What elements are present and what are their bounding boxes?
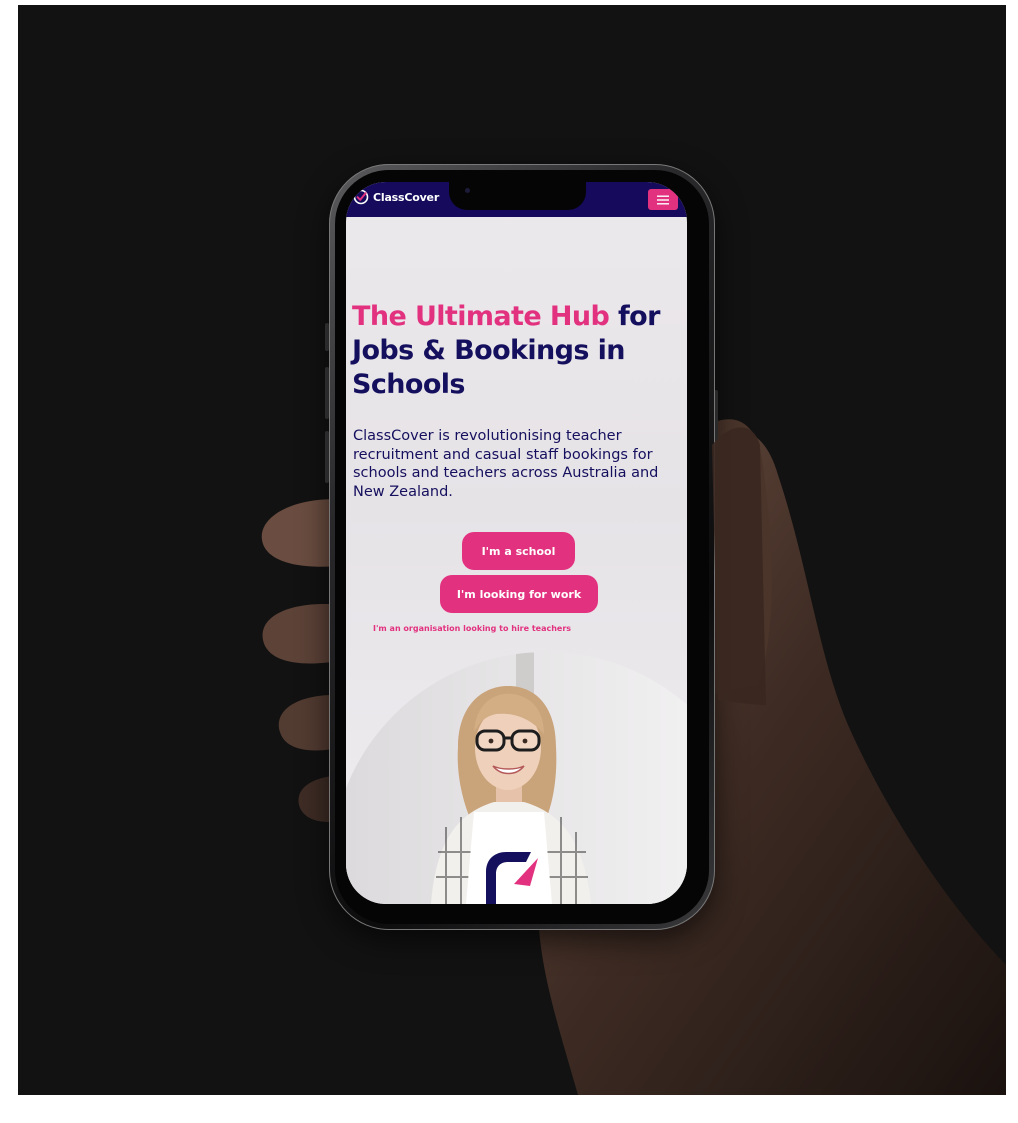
phone-frame: ClassCover The Ultimate Hub for Jobs & B… — [329, 164, 715, 930]
menu-button[interactable] — [648, 189, 678, 210]
im-a-school-button[interactable]: I'm a school — [462, 532, 575, 570]
front-camera — [465, 188, 470, 193]
organisation-hire-link[interactable]: I'm an organisation looking to hire teac… — [373, 624, 571, 633]
dark-backdrop: ClassCover The Ultimate Hub for Jobs & B… — [18, 5, 1006, 1095]
phone-screen: ClassCover The Ultimate Hub for Jobs & B… — [346, 182, 687, 904]
phone-notch — [449, 182, 586, 210]
brand-name: ClassCover — [373, 190, 440, 204]
hero-headline: The Ultimate Hub for Jobs & Bookings in … — [352, 300, 682, 402]
im-looking-for-work-button[interactable]: I'm looking for work — [440, 575, 598, 613]
hamburger-menu-icon — [657, 195, 669, 204]
brand-logo[interactable]: ClassCover — [353, 189, 439, 205]
checkmark-shield-icon — [353, 189, 369, 205]
headline-accent: The Ultimate Hub — [352, 301, 610, 332]
smiling-teacher-with-glasses-photo — [346, 652, 687, 904]
hero-photo — [346, 652, 687, 904]
hero-intro-text: ClassCover is revolutionising teacher re… — [353, 428, 659, 500]
